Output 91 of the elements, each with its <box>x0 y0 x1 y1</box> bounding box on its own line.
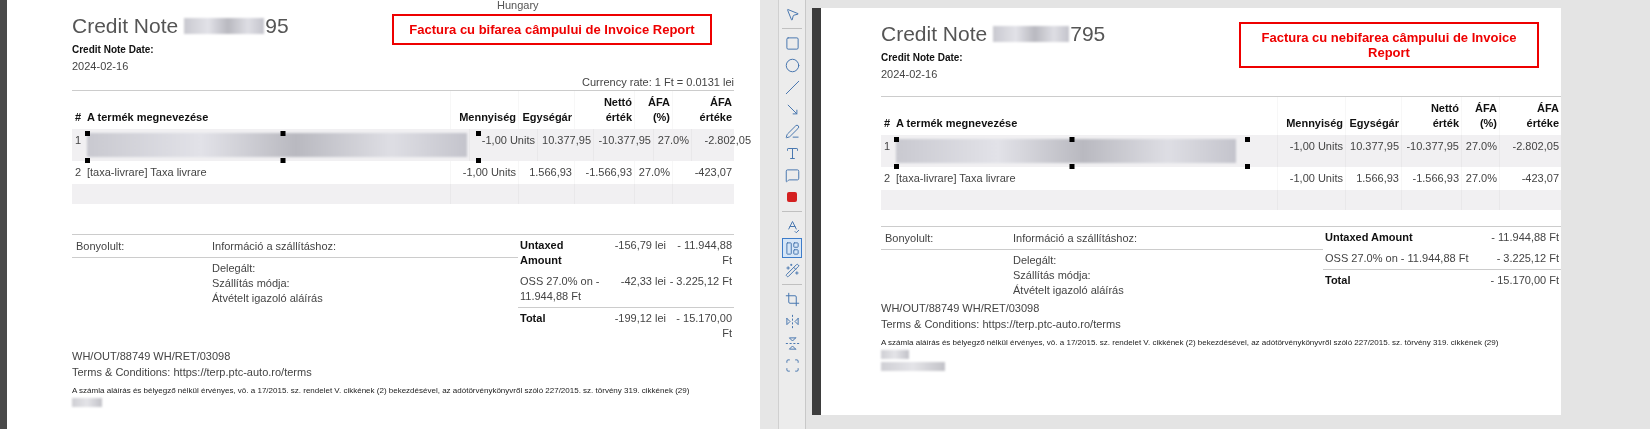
row-number: 1 <box>884 139 891 154</box>
pointer-icon <box>784 6 800 22</box>
reference-text: WH/OUT/88749 WH/RET/03098 <box>881 301 1041 316</box>
product-name: [taxa-livrare] Taxa livrare <box>87 165 207 180</box>
date-value: 2024-02-16 <box>881 68 939 80</box>
total-value: - 11.944,88 Ft <box>676 238 732 268</box>
total-value: -199,12 lei <box>613 311 666 326</box>
total-label: OSS 27.0% on - 11.944,88 Ft <box>1325 251 1470 266</box>
unit-price-cell: 10.377,95 <box>542 133 591 148</box>
annotation-note: Factura cu bifarea câmpului de Invoice Report <box>392 14 712 45</box>
row-number: 2 <box>884 171 891 186</box>
ellipse-icon <box>784 57 800 73</box>
flip-icon <box>784 335 800 351</box>
quantity-cell: -1,00 Units <box>1289 171 1343 186</box>
row-number: 1 <box>75 133 82 148</box>
info-line: Átvételt igazoló aláírás <box>1013 283 1125 298</box>
legal-notice: A számla aláírás és bélyegző nélkül érvényes, vö. a 17/2015. sz. rendelet V. cikkének (2) bekezdésével, az adótörvénykönyvről szóló 227/2015. sz. törvény 319. cikkének (29) <box>881 338 1500 347</box>
frame-icon <box>784 357 800 373</box>
date-value: 2024-02-16 <box>72 60 130 72</box>
pen-icon <box>784 123 800 139</box>
info-line: Átvételt igazoló aláírás <box>212 291 324 306</box>
unit-price-cell: 1.566,93 <box>1356 171 1399 186</box>
document-number: 795 <box>1070 22 1106 46</box>
info-line: Szállítás módja: <box>1013 268 1092 283</box>
net-value-cell: -10.377,95 <box>1406 139 1459 154</box>
total-label: Total <box>1325 273 1352 288</box>
info-line: Delegált: <box>1013 253 1058 268</box>
line-icon <box>784 79 800 95</box>
row-number: 2 <box>75 165 82 180</box>
reference-text: WH/OUT/88749 WH/RET/03098 <box>72 349 232 364</box>
quantity-cell: -1,00 Units <box>481 133 535 148</box>
terms-text: Terms & Conditions: https://terp.ptc-auto.ro/terms <box>72 365 313 380</box>
total-value: - 15.170,00 Ft <box>675 311 732 341</box>
vat-amount-cell: -423,07 <box>694 165 732 180</box>
vat-amount-cell: -423,07 <box>1521 171 1559 186</box>
total-label: Untaxed Amount <box>1325 230 1414 245</box>
net-value-cell: -10.377,95 <box>598 133 651 148</box>
country-text: Hungary <box>497 0 539 11</box>
info-label: Bonyolult: <box>76 240 126 252</box>
unit-price-cell: 10.377,95 <box>1350 139 1399 154</box>
info-line: Delegált: <box>212 261 257 276</box>
vat-rate-cell: 27.0% <box>1465 139 1497 154</box>
vat-rate-cell: 27.0% <box>638 165 670 180</box>
column-header: A termék megnevezése <box>86 110 210 125</box>
terms-text: Terms & Conditions: https://terp.ptc-auto.ro/terms <box>881 317 1122 332</box>
date-label: Credit Note Date: <box>881 52 964 63</box>
total-label: Untaxed Amount <box>520 238 565 268</box>
total-value: -42,33 lei <box>619 274 666 289</box>
crop-icon <box>784 291 800 307</box>
layout-icon <box>784 240 800 256</box>
total-label: Total <box>520 311 547 326</box>
speech-bubble-icon <box>784 167 800 183</box>
document-title: Credit Note <box>881 22 988 46</box>
total-value: - 11.944,88 Ft <box>1490 230 1559 245</box>
total-value: - 15.170,00 Ft <box>1489 273 1559 288</box>
currency-rate: Currency rate: 1 Ft = 0.0131 lei <box>581 76 734 88</box>
document-number: 95 <box>265 14 289 38</box>
column-header: # <box>883 116 892 131</box>
date-label: Credit Note Date: <box>72 44 155 55</box>
stamp-icon <box>787 192 797 202</box>
net-value-cell: -1.566,93 <box>585 165 632 180</box>
product-name: [taxa-livrare] Taxa livrare <box>896 171 1016 186</box>
column-header: # <box>74 110 83 125</box>
total-label: OSS 27.0% on - 11.944,88 Ft <box>520 274 601 304</box>
column-header: A termék megnevezése <box>895 116 1019 131</box>
redacted-block <box>72 398 102 407</box>
vat-amount-cell: -2.802,05 <box>1512 139 1559 154</box>
redacted-block <box>881 350 909 359</box>
vat-rate-cell: 27.0% <box>1465 171 1497 186</box>
legal-notice: A számla aláírás és bélyegző nélkül érvényes, vö. a 17/2015. sz. rendelet V. cikkének (2) bekezdésével, az adótörvénykönyvről szóló 227/2015. sz. törvény 319. cikkének (29) <box>72 386 691 395</box>
total-value: - 3.225,12 Ft <box>668 274 732 289</box>
quantity-cell: -1,00 Units <box>1289 139 1343 154</box>
magic-wand-icon <box>784 262 800 278</box>
document-title: Credit Note <box>72 14 179 38</box>
info-label: Bonyolult: <box>885 232 935 244</box>
total-value: - 3.225,12 Ft <box>1495 251 1559 266</box>
rectangle-icon <box>784 35 800 51</box>
flip-icon <box>784 313 800 329</box>
net-value-cell: -1.566,93 <box>1412 171 1459 186</box>
info-label: Információ a szállításhoz: <box>1013 232 1138 244</box>
toolbar-button[interactable] <box>782 238 802 258</box>
redacted-block <box>881 362 945 371</box>
quantity-cell: -1,00 Units <box>462 165 516 180</box>
vat-rate-cell: 27.0% <box>657 133 689 148</box>
text-icon <box>784 145 800 161</box>
info-line: Szállítás módja: <box>212 276 291 291</box>
unit-price-cell: 1.566,93 <box>529 165 572 180</box>
info-label: Információ a szállításhoz: <box>212 240 337 252</box>
vat-amount-cell: -2.802,05 <box>704 133 751 148</box>
annotation-note: Factura cu nebifarea câmpului de Invoice Report <box>1239 22 1539 68</box>
total-value: -156,79 lei <box>613 238 666 253</box>
